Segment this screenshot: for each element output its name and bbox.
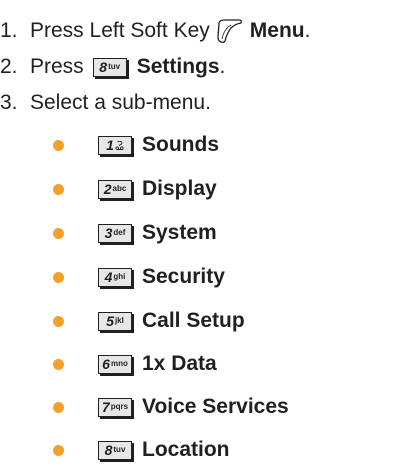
list-item-system: 3 def System	[53, 215, 217, 251]
submenu-label: Sounds	[142, 133, 219, 156]
left-soft-key-icon	[217, 19, 242, 43]
key-digit: 5	[106, 313, 114, 329]
key-8-icon: 8 tuv	[92, 57, 127, 77]
key-8-icon: 8 tuv	[98, 440, 132, 460]
step-text: Press	[30, 55, 84, 78]
list-item-sounds: 1 Sounds	[53, 127, 219, 163]
bullet-icon	[53, 183, 64, 195]
key-letters: jkl	[114, 316, 124, 325]
list-item-display: 2 abc Display	[53, 171, 217, 207]
key-digit: 1	[106, 137, 114, 153]
voicemail-icon	[115, 140, 124, 150]
bullet-icon	[53, 401, 64, 413]
key-1-icon: 1	[98, 135, 132, 155]
step-period: .	[219, 55, 226, 78]
list-item-security: 4 ghi Security	[53, 259, 225, 295]
key-2-icon: 2 abc	[98, 179, 132, 199]
submenu-label: Voice Services	[142, 395, 289, 418]
step-text: Select a sub-menu.	[30, 91, 211, 114]
list-item-call-setup: 5 jkl Call Setup	[53, 303, 245, 339]
step-text: Press Left Soft Key	[30, 19, 210, 42]
bullet-icon	[53, 227, 64, 239]
list-item-location: 8 tuv Location	[53, 432, 230, 468]
list-item-voice-services: 7 pqrs Voice Services	[53, 389, 289, 425]
key-6-icon: 6 mno	[98, 354, 132, 374]
key-3-icon: 3 def	[98, 223, 132, 243]
key-letters: ghi	[113, 272, 126, 281]
bullet-icon	[53, 315, 64, 327]
submenu-label: System	[142, 221, 217, 244]
submenu-label: Display	[142, 177, 217, 200]
key-letters: mno	[110, 359, 128, 368]
step-number: 1.	[0, 19, 18, 42]
step-1: 1. Press Left Soft Key Menu.	[0, 11, 310, 51]
step-2: 2. Press 8 tuv Settings.	[0, 47, 225, 87]
key-letters: tuv	[113, 445, 126, 454]
key-digit: 8	[99, 59, 108, 75]
settings-label: Settings	[136, 55, 220, 78]
key-7-icon: 7 pqrs	[98, 397, 132, 417]
key-digit: 4	[104, 269, 113, 285]
step-number: 3.	[0, 91, 18, 114]
key-letters: tuv	[108, 62, 121, 71]
list-item-1x-data: 6 mno 1x Data	[53, 346, 217, 382]
step-period: .	[304, 19, 311, 42]
key-letters: pqrs	[110, 402, 129, 411]
key-digit: 8	[104, 442, 113, 458]
key-digit: 3	[104, 225, 113, 241]
submenu-label: Call Setup	[142, 309, 245, 332]
bullet-icon	[53, 271, 64, 283]
submenu-label: Security	[142, 265, 225, 288]
key-5-icon: 5 jkl	[98, 311, 132, 331]
menu-label: Menu	[249, 19, 305, 42]
key-digit: 2	[103, 181, 112, 197]
bullet-icon	[53, 358, 64, 370]
submenu-label: 1x Data	[142, 352, 217, 375]
step-3: 3. Select a sub-menu.	[0, 83, 211, 123]
step-number: 2.	[0, 55, 18, 78]
key-4-icon: 4 ghi	[98, 267, 132, 287]
key-letters: abc	[112, 184, 127, 193]
bullet-icon	[53, 139, 64, 151]
key-digit: 6	[102, 356, 110, 372]
submenu-label: Location	[142, 438, 230, 461]
key-letters: def	[113, 228, 126, 237]
key-digit: 7	[101, 399, 110, 415]
bullet-icon	[53, 444, 64, 456]
